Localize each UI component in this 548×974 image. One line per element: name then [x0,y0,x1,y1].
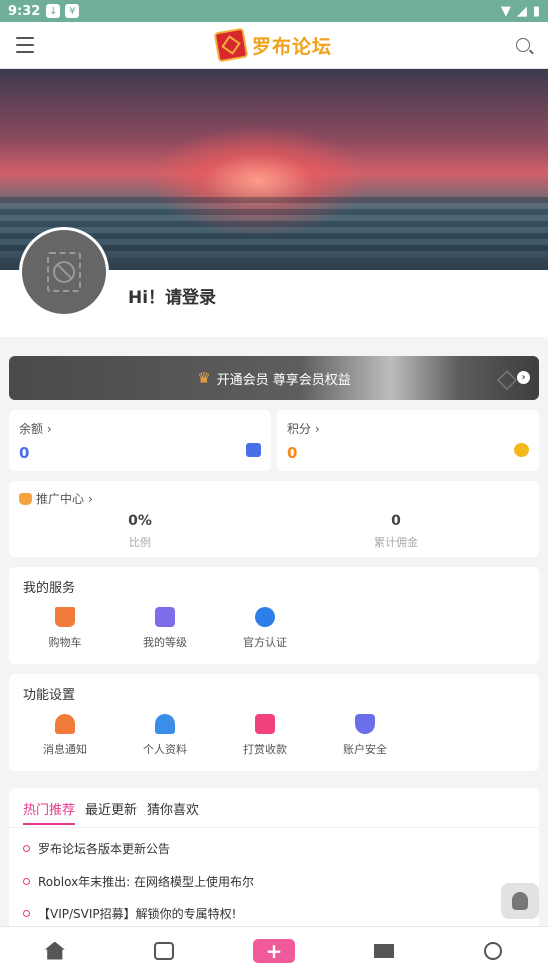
service-cart[interactable]: 购物车 [15,607,115,650]
service-label: 我的等级 [143,636,187,649]
tab-guess[interactable]: 猜你喜欢 [147,799,199,825]
services-title: 我的服务 [23,581,76,596]
bullet-icon [23,845,30,852]
app-header: 罗布论坛 [0,22,548,69]
post-title: Roblox年末推出: 在网络模型上使用布尔 [38,875,255,889]
points-value: 0 [287,444,298,462]
nav-chat[interactable] [110,927,220,974]
gift-icon [255,714,275,734]
setting-notifications[interactable]: 消息通知 [15,714,115,757]
promotion-header: 推广中心 › [19,490,529,507]
status-time: 9:32 [8,3,41,19]
post-title: 【VIP/SVIP招募】解锁你的专属特权! [38,907,237,921]
avatar[interactable] [19,227,109,317]
ratio-value: 0% [128,513,152,529]
plus-icon: + [252,938,295,963]
chat-icon [154,941,175,960]
service-label: 购物车 [48,636,82,649]
tab-divider [9,827,539,828]
balance-value: 0 [19,444,30,462]
nav-profile[interactable] [438,927,548,974]
bottom-nav: + [0,926,548,974]
settings-title: 功能设置 [23,688,76,703]
setting-security[interactable]: 账户安全 [315,714,415,757]
setting-label: 账户安全 [343,743,387,756]
crown-icon: ♛ [197,369,211,387]
logo-text: 罗布论坛 [251,35,332,58]
feed-tabs: 热门推荐 最近更新 猜你喜欢 [23,799,199,825]
verified-icon [255,607,275,627]
commission-stat: 0 累计佣金 [296,513,496,550]
logo-mark-icon [213,27,249,63]
setting-profile[interactable]: 个人资料 [115,714,215,757]
service-verified[interactable]: 官方认证 [215,607,315,650]
search-icon[interactable] [516,38,530,52]
profile-icon [155,714,175,734]
bullet-icon [23,878,30,885]
signal-icon: ◢ [516,3,527,19]
points-card[interactable]: 积分 › 0 [277,410,539,471]
cart-icon [55,607,75,627]
tab-recent[interactable]: 最近更新 [85,799,137,825]
promotion-title: 推广中心 [36,492,85,506]
status-bar: 9:32 ↓ ¥ ▼ ◢ ▮ [0,0,548,22]
feed-section: 热门推荐 最近更新 猜你喜欢 罗布论坛各版本更新公告 Roblox年末推出: 在… [9,788,539,933]
ratio-stat: 0% 比例 [40,513,240,550]
no-image-icon [47,252,81,292]
service-level[interactable]: 我的等级 [115,607,215,650]
commission-label: 累计佣金 [374,536,418,549]
app-notification-icon: ¥ [65,4,80,18]
wallet-icon [246,443,261,457]
service-label: 官方认证 [243,636,287,649]
balance-label: 余额 › [19,422,52,436]
vip-label: 开通会员 尊享会员权益 [216,372,351,388]
bullet-icon [23,910,30,917]
mail-icon [373,943,394,958]
services-section: 我的服务 购物车 我的等级 官方认证 [9,567,539,664]
login-prompt[interactable]: Hi！请登录 [128,283,216,308]
post-item[interactable]: 【VIP/SVIP招募】解锁你的专属特权! [23,905,236,922]
user-icon [484,941,503,960]
ratio-label: 比例 [129,536,151,549]
coins-icon [514,443,529,457]
qq-float-button[interactable] [501,883,539,919]
qq-icon [512,892,528,910]
home-icon [44,941,65,960]
commission-value: 0 [391,513,401,529]
post-item[interactable]: Roblox年末推出: 在网络模型上使用布尔 [23,873,254,890]
setting-label: 打赏收款 [243,743,287,756]
tab-hot[interactable]: 热门推荐 [23,799,76,825]
promotion-icon [19,492,32,505]
chevron-right-icon: › [517,371,530,384]
post-title: 罗布论坛各版本更新公告 [38,842,171,856]
post-item[interactable]: 罗布论坛各版本更新公告 [23,840,170,857]
diamond-icon: ◇ [497,364,517,394]
bell-icon [55,714,75,734]
setting-tips[interactable]: 打赏收款 [215,714,315,757]
settings-section: 功能设置 消息通知 个人资料 打赏收款 账户安全 [9,674,539,771]
nav-post[interactable]: + [219,927,329,974]
balance-card[interactable]: 余额 › 0 [9,410,271,471]
setting-label: 个人资料 [143,743,187,756]
battery-icon: ▮ [532,3,540,19]
promotion-card[interactable]: 推广中心 › 0% 比例 0 累计佣金 [9,481,539,557]
menu-icon[interactable] [16,37,34,53]
nav-home[interactable] [0,927,110,974]
setting-label: 消息通知 [43,743,87,756]
vip-banner[interactable]: ♛ 开通会员 尊享会员权益 ◇ › [9,356,539,400]
wifi-icon: ▼ [500,3,511,19]
level-icon [155,607,175,627]
app-logo: 罗布论坛 [213,27,332,63]
points-label: 积分 › [287,422,320,436]
shield-icon [355,714,375,734]
download-icon: ↓ [46,4,61,18]
nav-messages[interactable] [329,927,439,974]
